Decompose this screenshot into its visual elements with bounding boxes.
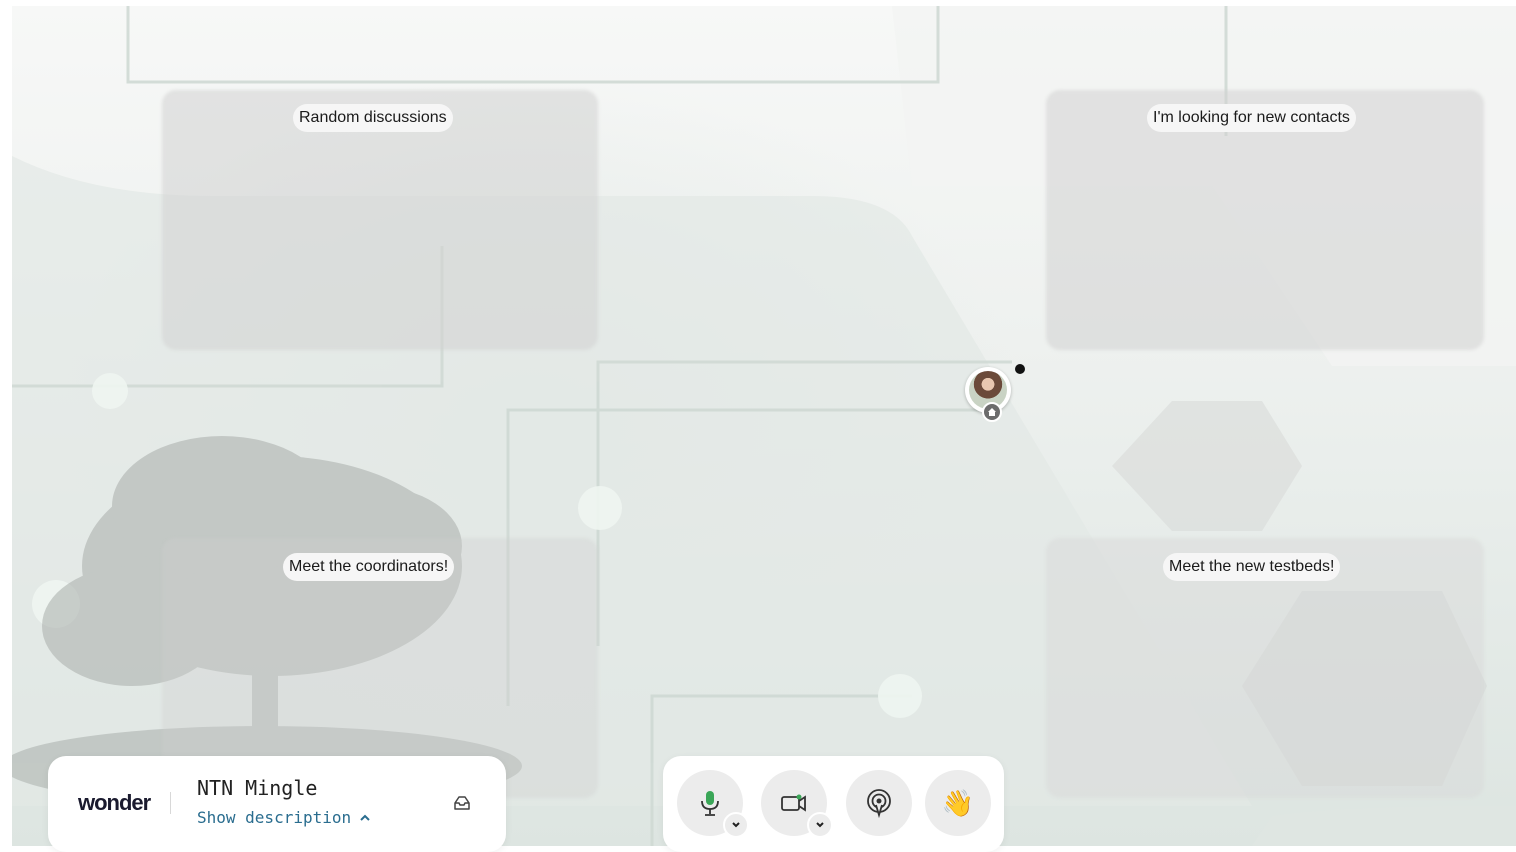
microphone-options-button[interactable] xyxy=(723,812,749,838)
microphone-icon xyxy=(701,791,719,816)
camera-options-button[interactable] xyxy=(807,812,833,838)
user-avatar[interactable] xyxy=(965,367,1011,422)
home-badge-icon xyxy=(982,402,1002,422)
divider xyxy=(170,792,171,814)
room-label-testbeds: Meet the new testbeds! xyxy=(1163,553,1341,581)
broadcast-icon xyxy=(867,789,891,818)
chevron-down-icon xyxy=(816,822,824,828)
wave-hand-icon: 👋 xyxy=(941,787,975,818)
broadcast-button[interactable] xyxy=(846,770,912,836)
wonder-logo: wonder xyxy=(78,790,151,815)
room-label-coordinators: Meet the coordinators! xyxy=(283,553,455,581)
map-canvas[interactable]: Random discussions I'm looking for new c… xyxy=(12,6,1516,846)
show-description-label: Show description xyxy=(197,808,352,827)
room-label-new-contacts: I'm looking for new contacts xyxy=(1147,104,1356,132)
space-name: NTN Mingle xyxy=(197,776,318,800)
chevron-down-icon xyxy=(732,822,740,828)
video-camera-icon xyxy=(781,794,806,812)
microphone-button[interactable] xyxy=(677,770,749,838)
space-info-panel: wonder NTN Mingle Show description xyxy=(48,756,506,852)
inbox-icon[interactable] xyxy=(451,792,473,814)
wave-button[interactable]: 👋 xyxy=(925,770,991,836)
media-controls: 👋 xyxy=(663,756,1004,852)
show-description-button[interactable]: Show description xyxy=(197,808,371,827)
room-label-random-discussions: Random discussions xyxy=(293,104,453,132)
cursor-dot xyxy=(1015,364,1025,374)
chevron-up-icon xyxy=(360,814,370,821)
camera-button[interactable] xyxy=(761,770,833,838)
